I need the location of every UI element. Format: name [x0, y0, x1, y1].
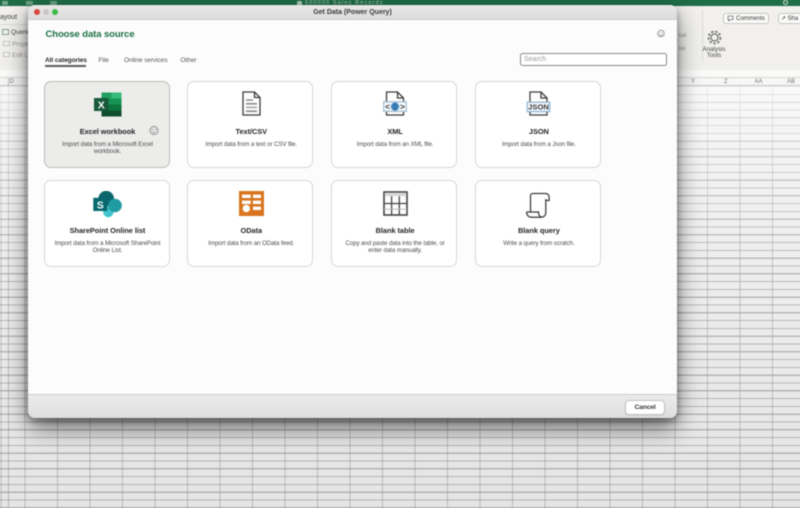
svg-text:<: <: [385, 102, 390, 112]
svg-text:X: X: [97, 99, 104, 111]
svg-text:S: S: [97, 199, 104, 211]
svg-text:>: >: [400, 102, 405, 112]
svg-text:JSON: JSON: [529, 103, 550, 112]
